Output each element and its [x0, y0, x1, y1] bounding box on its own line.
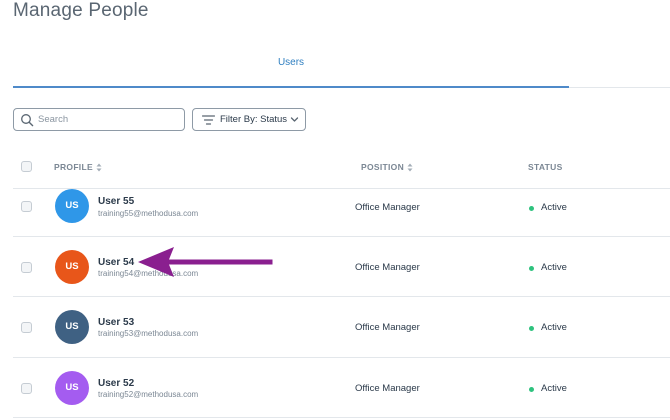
page-title: Manage People [13, 0, 149, 21]
column-header-status: STATUS [528, 162, 563, 172]
avatar: US [55, 310, 89, 344]
filter-icon [202, 115, 215, 125]
user-name[interactable]: User 55 [98, 196, 134, 207]
tab-users[interactable]: Users [13, 50, 569, 88]
table-row[interactable]: US User 54 training54@methodusa.com Offi… [13, 237, 670, 297]
status-text: Active [541, 202, 567, 213]
chevron-down-icon [290, 117, 299, 122]
avatar: US [55, 250, 89, 284]
avatar: US [55, 189, 89, 223]
row-checkbox[interactable] [21, 383, 32, 394]
row-checkbox[interactable] [21, 262, 32, 273]
select-all-checkbox[interactable] [21, 161, 32, 172]
search-input[interactable] [38, 111, 178, 128]
table-row[interactable]: US User 55 training55@methodusa.com Offi… [13, 189, 670, 237]
sort-icon [96, 163, 102, 172]
avatar: US [55, 371, 89, 405]
column-header-profile[interactable]: PROFILE [54, 162, 102, 172]
user-email: training52@methodusa.com [98, 390, 199, 399]
user-position: Office Manager [355, 322, 420, 333]
sort-icon [407, 163, 413, 172]
user-name[interactable]: User 54 [98, 257, 134, 268]
column-header-profile-label: PROFILE [54, 162, 93, 172]
row-checkbox[interactable] [21, 201, 32, 212]
user-name[interactable]: User 53 [98, 317, 134, 328]
user-position: Office Manager [355, 383, 420, 394]
status-text: Active [541, 262, 567, 273]
user-email: training55@methodusa.com [98, 209, 199, 218]
table-row[interactable]: US User 53 training53@methodusa.com Offi… [13, 297, 670, 358]
status-text: Active [541, 322, 567, 333]
column-header-position-label: POSITION [361, 162, 405, 172]
status-dot [529, 326, 534, 331]
search-box[interactable] [13, 108, 185, 131]
user-position: Office Manager [355, 202, 420, 213]
status-text: Active [541, 383, 567, 394]
row-checkbox[interactable] [21, 322, 32, 333]
user-email: training53@methodusa.com [98, 329, 199, 338]
search-icon [21, 114, 34, 127]
status-dot [529, 206, 534, 211]
filter-by-status-button[interactable]: Filter By: Status [192, 108, 306, 131]
status-dot [529, 387, 534, 392]
annotation-arrow-icon [138, 247, 273, 277]
filter-label: Filter By: Status [220, 114, 288, 125]
status-dot [529, 266, 534, 271]
user-position: Office Manager [355, 262, 420, 273]
table-header: PROFILE POSITION STATUS [13, 146, 670, 189]
tab-bar: Users [13, 50, 670, 90]
tab-active-indicator [13, 86, 569, 88]
user-name[interactable]: User 52 [98, 378, 134, 389]
table-row[interactable]: US User 52 training52@methodusa.com Offi… [13, 358, 670, 418]
column-header-position[interactable]: POSITION [361, 162, 413, 172]
